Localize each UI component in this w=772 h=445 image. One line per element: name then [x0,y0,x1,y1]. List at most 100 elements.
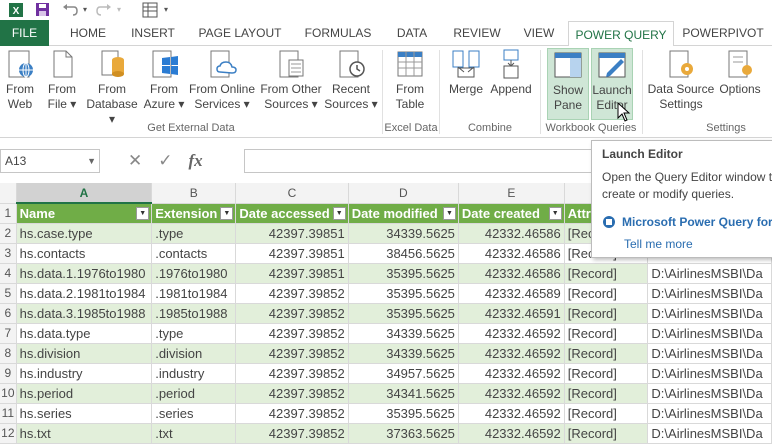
table-cell[interactable]: .1976to1980 [151,263,237,284]
table-cell[interactable]: 42332.46592 [458,343,565,364]
table-cell[interactable]: 38456.5625 [348,243,459,264]
table-cell[interactable]: .period [151,383,237,404]
tab-view[interactable]: VIEW [513,20,565,46]
table-cell[interactable]: D:\AirlinesMSBI\Da [647,283,772,304]
table-cell[interactable]: [Record] [564,343,649,364]
tab-home[interactable]: HOME [57,20,119,46]
table-cell[interactable]: 42397.39851 [235,223,349,244]
save-icon[interactable] [32,1,52,18]
table-cell[interactable]: .series [151,403,237,424]
row-header[interactable]: 11 [0,403,17,424]
table-cell[interactable]: 42397.39852 [235,323,349,344]
from-table-button[interactable]: From Table [388,48,432,112]
customize-qat-icon[interactable]: ▾ [160,1,172,18]
table-cell[interactable]: hs.data.1.1976to1980 [16,263,153,284]
filter-dropdown-icon[interactable]: ▼ [442,206,456,220]
row-header[interactable]: 8 [0,343,17,364]
table-cell[interactable]: [Record] [564,283,649,304]
table-header-cell[interactable]: Date accessed ▼ [235,203,349,224]
name-box[interactable]: A13 ▼ [0,149,100,173]
table-cell[interactable]: .type [151,323,237,344]
table-cell[interactable]: 34339.5625 [348,323,459,344]
table-cell[interactable]: [Record] [564,423,649,444]
insert-function-icon[interactable]: fx [189,151,203,171]
table-cell[interactable]: 35395.5625 [348,283,459,304]
table-cell[interactable]: hs.txt [16,423,153,444]
table-cell[interactable]: 42332.46586 [458,263,565,284]
row-header[interactable]: 2 [0,223,17,244]
table-cell[interactable]: D:\AirlinesMSBI\Da [647,303,772,324]
table-cell[interactable]: hs.series [16,403,153,424]
table-cell[interactable]: 42332.46592 [458,383,565,404]
table-cell[interactable]: 34339.5625 [348,343,459,364]
tab-powerpivot[interactable]: POWERPIVOT [678,20,768,46]
row-header[interactable]: 7 [0,323,17,344]
undo-dropdown-icon[interactable]: ▾ [80,1,90,18]
table-cell[interactable]: 42397.39852 [235,423,349,444]
tab-data[interactable]: DATA [383,20,441,46]
table-cell[interactable]: 34339.5625 [348,223,459,244]
table-cell[interactable]: .1981to1984 [151,283,237,304]
undo-icon[interactable] [60,1,80,18]
tab-formulas[interactable]: FORMULAS [295,20,381,46]
select-all-corner[interactable] [0,183,17,204]
column-header-a[interactable]: A [16,183,153,204]
table-cell[interactable]: 35395.5625 [348,263,459,284]
cancel-icon[interactable]: ✕ [128,151,142,171]
table-header-cell[interactable]: Name ▼ [16,203,153,224]
table-cell[interactable]: 37363.5625 [348,423,459,444]
column-header-d[interactable]: D [348,183,459,204]
filter-dropdown-icon[interactable]: ▼ [220,206,234,220]
data-source-settings-button[interactable]: Data Source Settings [646,48,716,112]
table-cell[interactable]: hs.contacts [16,243,153,264]
table-cell[interactable]: .industry [151,363,237,384]
table-cell[interactable]: 42397.39851 [235,263,349,284]
table-cell[interactable]: 42332.46586 [458,243,565,264]
merge-button[interactable]: Merge [444,48,488,97]
table-cell[interactable]: .division [151,343,237,364]
table-cell[interactable]: D:\AirlinesMSBI\Da [647,343,772,364]
table-cell[interactable]: 42397.39851 [235,243,349,264]
row-header[interactable]: 1 [0,203,17,224]
row-header[interactable]: 9 [0,363,17,384]
table-cell[interactable]: D:\AirlinesMSBI\Da [647,383,772,404]
tab-file[interactable]: FILE [0,20,49,46]
tab-page-layout[interactable]: PAGE LAYOUT [187,20,293,46]
table-cell[interactable]: D:\AirlinesMSBI\Da [647,403,772,424]
table-cell[interactable]: 42397.39852 [235,343,349,364]
tab-insert[interactable]: INSERT [121,20,185,46]
table-cell[interactable]: 42332.46592 [458,423,565,444]
table-cell[interactable]: hs.industry [16,363,153,384]
table-cell[interactable]: 42397.39852 [235,303,349,324]
column-header-e[interactable]: E [458,183,565,204]
table-cell[interactable]: [Record] [564,303,649,324]
table-cell[interactable]: [Record] [564,383,649,404]
table-cell[interactable]: .1985to1988 [151,303,237,324]
table-cell[interactable]: 34341.5625 [348,383,459,404]
table-cell[interactable]: 42397.39852 [235,283,349,304]
row-header[interactable]: 12 [0,423,17,444]
table-cell[interactable]: D:\AirlinesMSBI\Da [647,423,772,444]
table-cell[interactable]: D:\AirlinesMSBI\Da [647,363,772,384]
tab-review[interactable]: REVIEW [443,20,511,46]
row-header[interactable]: 10 [0,383,17,404]
table-cell[interactable]: [Record] [564,403,649,424]
redo-dropdown-icon[interactable]: ▾ [114,1,124,18]
table-cell[interactable]: D:\AirlinesMSBI\Da [647,323,772,344]
redo-icon[interactable] [94,1,114,18]
tab-power-query[interactable]: POWER QUERY [568,21,674,47]
table-cell[interactable]: hs.case.type [16,223,153,244]
from-database-button[interactable]: From Database ▾ [82,48,142,127]
table-cell[interactable]: 42332.46589 [458,283,565,304]
table-cell[interactable]: 42332.46592 [458,363,565,384]
name-box-dropdown-icon[interactable]: ▼ [87,150,96,172]
from-file-button[interactable]: From File ▾ [42,48,82,112]
table-cell[interactable]: [Record] [564,323,649,344]
from-azure-button[interactable]: From Azure ▾ [142,48,186,112]
tell-me-more-link[interactable]: Tell me more [624,237,693,251]
table-cell[interactable]: [Record] [564,263,649,284]
table-cell[interactable]: 35395.5625 [348,303,459,324]
filter-dropdown-icon[interactable]: ▼ [136,207,150,220]
table-cell[interactable]: hs.division [16,343,153,364]
row-header[interactable]: 4 [0,263,17,284]
